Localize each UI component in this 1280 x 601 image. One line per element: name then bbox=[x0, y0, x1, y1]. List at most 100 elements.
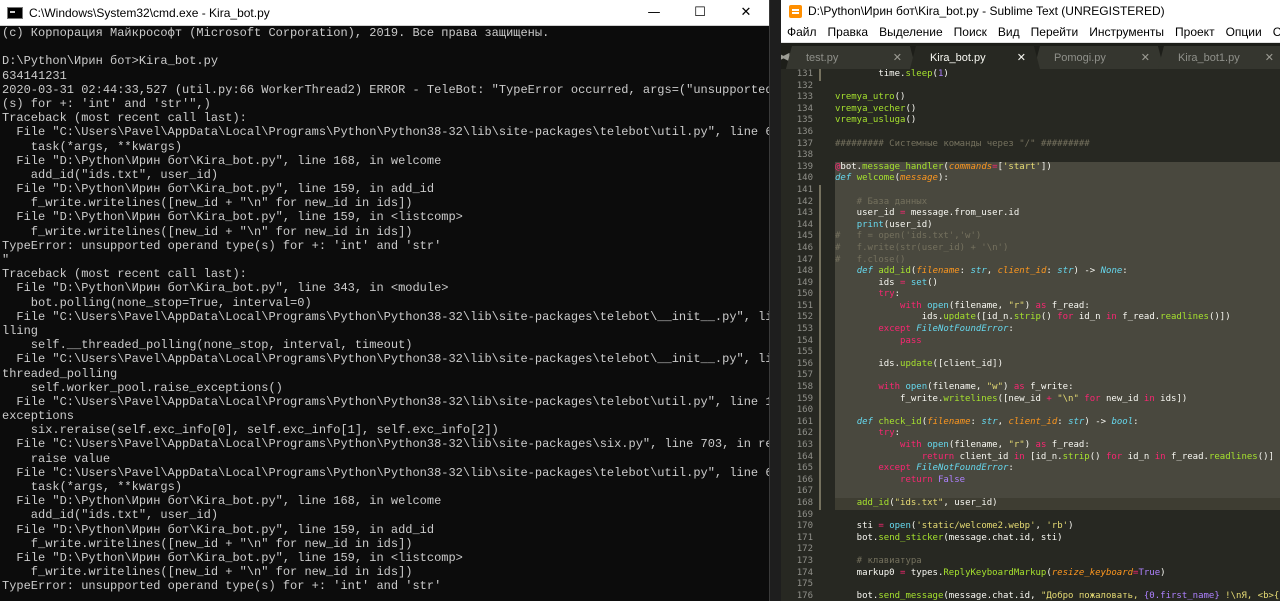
gutter-mark bbox=[817, 533, 835, 545]
code-line: 142 # База данных bbox=[781, 196, 1280, 209]
menu-item[interactable]: Проект bbox=[1169, 25, 1220, 39]
code-text: # f.write(str(user_id) + '\n') bbox=[835, 242, 1280, 255]
line-number: 158 bbox=[796, 382, 813, 393]
tab-close-icon[interactable]: ✕ bbox=[1017, 51, 1026, 64]
gutter-mark bbox=[817, 591, 835, 601]
console-line: " bbox=[2, 253, 10, 267]
console-line: File "C:\Users\Pavel\AppData\Local\Progr… bbox=[16, 352, 769, 367]
console-line: File "C:\Users\Pavel\AppData\Local\Progr… bbox=[2, 437, 769, 452]
menu-item[interactable]: Перейти bbox=[1025, 25, 1084, 39]
tab-label: test.py bbox=[805, 51, 839, 64]
code-text bbox=[835, 370, 1280, 383]
code-text: # База данных bbox=[835, 196, 1280, 209]
tab-close-icon[interactable]: ✕ bbox=[893, 51, 902, 64]
line-number: 142 bbox=[796, 196, 813, 207]
editor-tab[interactable]: Pomogi.py ✕ bbox=[1034, 46, 1164, 69]
gutter-mark bbox=[817, 521, 835, 533]
code-token: strip bbox=[1013, 312, 1041, 323]
line-number: 155 bbox=[796, 347, 813, 358]
editor-tab[interactable]: Kira_bot.py ✕ bbox=[910, 46, 1040, 69]
menu-item[interactable]: Справка bbox=[1267, 25, 1280, 39]
code-token: open bbox=[927, 440, 949, 450]
cmd-window[interactable]: C:\Windows\System32\cmd.exe - Kira_bot.p… bbox=[0, 0, 770, 601]
gutter-mark bbox=[817, 440, 835, 452]
code-token: str bbox=[981, 416, 998, 427]
code-token: ) bbox=[1024, 300, 1036, 311]
console-line: self.worker_pool.raise_exceptions() bbox=[2, 380, 283, 395]
menu-item[interactable]: Поиск bbox=[948, 25, 992, 39]
menu-item[interactable]: Файл bbox=[781, 25, 822, 39]
close-button[interactable]: ✕ bbox=[723, 0, 769, 26]
code-text: sti = open('static/welcome2.webp', 'rb') bbox=[835, 521, 1280, 533]
code-line: 159 f_write.writelines([new_id + "\n" fo… bbox=[781, 393, 1280, 406]
sublime-window[interactable]: D:\Python\Ирин бот\Kira_bot.py - Sublime… bbox=[781, 0, 1280, 601]
console-line: (c) Корпорация Майкрософт (Microsoft Cor… bbox=[2, 26, 550, 40]
line-number: 151 bbox=[796, 300, 813, 311]
code-token: : bbox=[894, 289, 901, 300]
code-line: 165 except FileNotFoundError: bbox=[781, 463, 1280, 475]
code-token: False bbox=[937, 474, 966, 485]
code-token: # f.write(str(user_id) + '\n') bbox=[835, 242, 1009, 253]
menu-item[interactable]: Вид bbox=[992, 25, 1025, 39]
editor-tab[interactable]: test.py ✕ bbox=[786, 46, 916, 69]
code-token: ids bbox=[835, 277, 901, 288]
console-line: File "D:\Python\Ирин бот\Kira_bot.py", l… bbox=[2, 153, 442, 168]
editor-tab[interactable]: Kira_bot1.py ✕ bbox=[1158, 46, 1280, 69]
code-token: in bbox=[1143, 393, 1155, 404]
code-token: # клавиатура bbox=[835, 555, 922, 566]
code-token: in bbox=[1154, 451, 1166, 462]
cmd-titlebar[interactable]: C:\Windows\System32\cmd.exe - Kira_bot.p… bbox=[0, 0, 769, 26]
maximize-button[interactable]: ☐ bbox=[677, 0, 723, 26]
code-line: 156 ids.update([client_id]) bbox=[781, 358, 1280, 371]
code-token: : bbox=[1008, 463, 1014, 474]
menu-item[interactable]: Правка bbox=[822, 25, 874, 39]
console-output[interactable]: (c) Корпорация Майкрософт (Microsoft Cor… bbox=[0, 26, 769, 601]
line-number: 149 bbox=[796, 277, 813, 288]
line-number: 144 bbox=[796, 219, 813, 230]
menu-item[interactable]: Выделение bbox=[873, 25, 948, 39]
line-number: 175 bbox=[796, 579, 813, 590]
code-line: 157 bbox=[781, 370, 1280, 383]
menu-item[interactable]: Опции bbox=[1220, 25, 1267, 39]
gutter-mark bbox=[817, 231, 835, 243]
code-token: ()] bbox=[1257, 451, 1274, 462]
tab-close-icon[interactable]: ✕ bbox=[1141, 51, 1150, 64]
code-token: except bbox=[878, 463, 911, 474]
code-token: , bbox=[997, 416, 1009, 427]
code-text: vremya_utro() bbox=[835, 92, 1280, 104]
code-line: 172 bbox=[781, 544, 1280, 556]
code-token: , bbox=[986, 266, 998, 277]
code-editor[interactable]: 131 time.sleep(1) 132 133 vremya_utro() 134 v… bbox=[781, 69, 1280, 601]
line-number: 156 bbox=[796, 358, 813, 369]
code-text: vremya_vecher() bbox=[835, 104, 1280, 116]
console-line: File "D:\Python\Ирин бот\Kira_bot.py", l… bbox=[2, 210, 463, 225]
cmd-app-icon bbox=[7, 6, 23, 19]
code-token: ]) bbox=[1040, 161, 1052, 172]
menu-item[interactable]: Инструменты bbox=[1083, 25, 1169, 39]
code-token: ([new_id bbox=[997, 393, 1047, 404]
code-token: sleep bbox=[905, 69, 933, 79]
code-token: in bbox=[1013, 451, 1025, 462]
console-line: f_write.writelines([new_id + "\n" for ne… bbox=[2, 224, 413, 239]
code-text: return client_id in [id_n.strip() for id… bbox=[835, 451, 1280, 464]
minimize-button[interactable]: — bbox=[631, 0, 677, 26]
console-line: File "D:\Python\Ирин бот\Kira_bot.py", l… bbox=[2, 182, 435, 197]
code-line: 154 pass bbox=[781, 335, 1280, 348]
code-line: 133 vremya_utro() bbox=[781, 92, 1280, 104]
sublime-titlebar[interactable]: D:\Python\Ирин бот\Kira_bot.py - Sublime… bbox=[781, 0, 1280, 22]
gutter-mark bbox=[817, 81, 835, 93]
gutter-mark bbox=[817, 556, 835, 568]
tab-next-icon[interactable]: ▶ bbox=[781, 43, 786, 69]
tab-close-icon[interactable]: ✕ bbox=[1265, 51, 1274, 64]
code-line: 137 ######### Системные команды через "/"… bbox=[781, 139, 1280, 151]
gutter-mark bbox=[817, 358, 835, 371]
console-line: 2020-03-31 02:44:33,527 (util.py:66 Work… bbox=[2, 82, 769, 97]
gutter-mark bbox=[817, 382, 835, 394]
line-number: 174 bbox=[796, 567, 813, 578]
code-token: ) -> bbox=[1073, 266, 1101, 277]
code-token: f_read: bbox=[1046, 300, 1090, 311]
code-text: print(user_id) bbox=[835, 219, 1280, 232]
